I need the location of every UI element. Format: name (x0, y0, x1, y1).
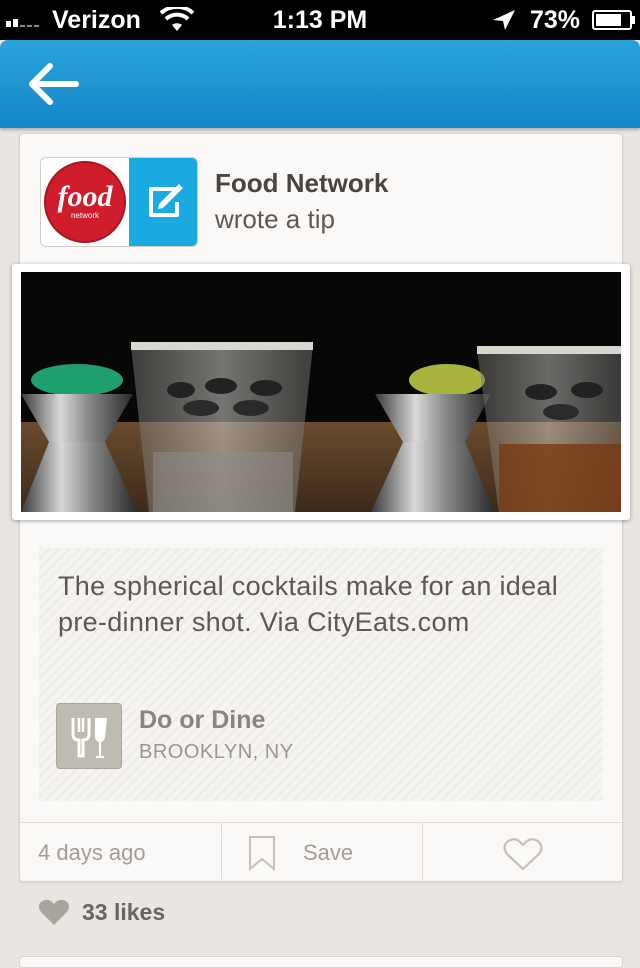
likes-row[interactable]: 33 likes (38, 896, 338, 930)
battery-icon (592, 10, 635, 30)
heart-outline-icon (503, 838, 543, 871)
tip-badge (129, 158, 197, 246)
edit-icon (149, 184, 183, 217)
author-name[interactable]: Food Network (215, 168, 388, 199)
venue-name[interactable]: Do or Dine (139, 706, 265, 735)
logo-text: food (58, 180, 114, 213)
save-label: Save (303, 840, 354, 865)
tip-content: The spherical cocktails make for an idea… (39, 548, 603, 801)
tip-card: food network Food Network wrote a tip Th… (12, 133, 630, 882)
venue-location: BROOKLYN, NY (139, 741, 294, 763)
like-button[interactable] (422, 823, 623, 882)
status-bar: Verizon 1:13 PM 73% (0, 0, 640, 40)
logo-subtext: network (71, 211, 100, 220)
arrow-left-icon (29, 63, 79, 105)
likes-count: 33 likes (82, 899, 166, 925)
tip-photo-frame (12, 264, 630, 520)
tip-text: The spherical cocktails make for an idea… (58, 571, 559, 637)
tip-date-cell: 4 days ago (20, 823, 220, 882)
location-arrow-icon (493, 10, 515, 30)
tip-date: 4 days ago (38, 840, 146, 865)
tip-photo[interactable] (21, 272, 621, 512)
next-card-edge (19, 956, 623, 968)
food-network-logo: food network (41, 158, 129, 246)
bookmark-icon (249, 836, 275, 871)
fork-glass-icon[interactable] (56, 703, 122, 769)
author-avatar[interactable]: food network (40, 157, 198, 247)
action-bar: 4 days ago Save (20, 822, 622, 882)
author-action: wrote a tip (215, 204, 335, 234)
back-button[interactable] (20, 58, 84, 110)
heart-icon (39, 899, 69, 925)
save-button[interactable]: Save (221, 823, 422, 882)
battery-percent: 73% (530, 6, 581, 34)
navigation-bar (0, 40, 640, 128)
